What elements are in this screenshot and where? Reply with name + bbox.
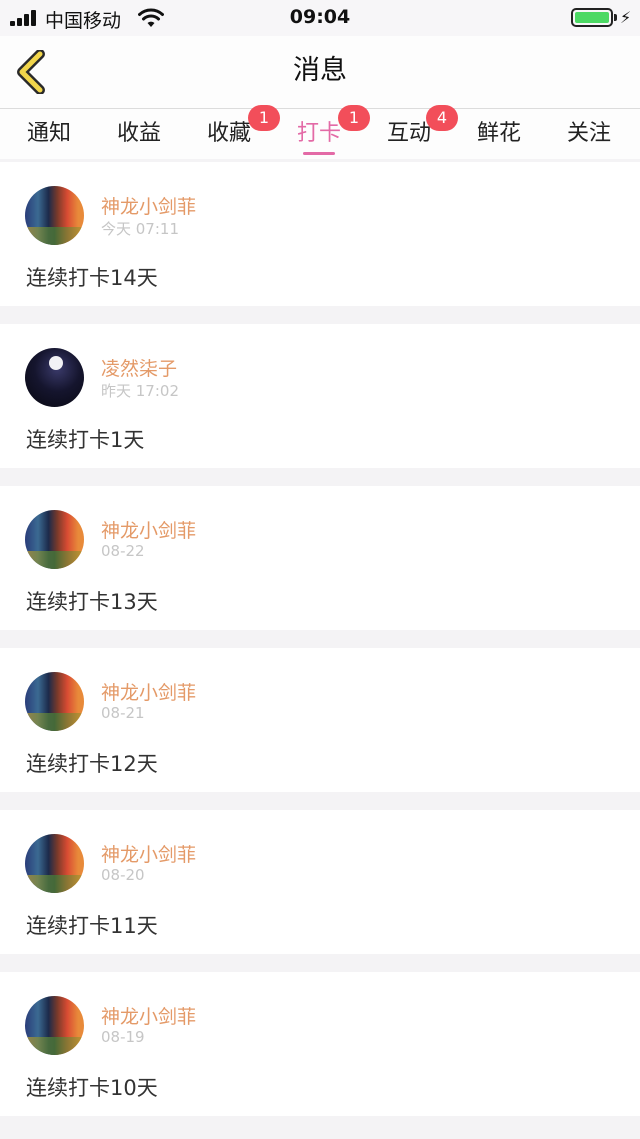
user-name[interactable]: 神龙小剑菲 [101,516,196,543]
avatar[interactable] [25,510,84,569]
chevron-left-icon [17,49,45,95]
timestamp: 昨天 17:02 [101,382,179,400]
timestamp: 08-22 [101,542,145,560]
page-title: 消息 [293,55,347,86]
tab-label: 收藏 [206,121,251,146]
timestamp: 08-19 [101,1028,145,1046]
tab-label: 关注 [566,121,611,146]
timestamp: 08-20 [101,866,145,884]
message-text: 连续打卡14天 [26,266,158,290]
avatar[interactable] [25,348,84,407]
message-text: 连续打卡12天 [26,752,158,776]
tab-bar: 通知 收益 收藏 1 打卡 1 互动 4 鲜花 关注 [0,105,640,159]
avatar[interactable] [25,834,84,893]
status-bar: 中国移动 09:04 ⚡ [0,0,640,36]
list-item[interactable]: 神龙小剑菲 08-21 连续打卡12天 [0,648,640,792]
back-button[interactable] [14,49,50,95]
message-text: 连续打卡13天 [26,590,158,614]
timestamp: 08-21 [101,704,145,722]
user-name[interactable]: 神龙小剑菲 [101,678,196,705]
tab-label: 通知 [26,121,71,146]
nav-bar: 消息 [0,36,640,109]
tab-earnings[interactable]: 收益 [94,115,184,157]
tab-checkin[interactable]: 打卡 1 [274,105,370,157]
user-name[interactable]: 凌然柒子 [101,354,177,381]
tab-label: 鲜花 [476,121,521,146]
list-item[interactable]: 神龙小剑菲 08-22 连续打卡13天 [0,486,640,630]
active-tab-indicator [303,152,335,155]
tab-following[interactable]: 关注 [544,115,634,157]
charging-icon: ⚡ [620,8,632,27]
list-item[interactable]: 神龙小剑菲 08-19 连续打卡10天 [0,972,640,1116]
timestamp: 今天 07:11 [101,220,179,238]
list-item[interactable]: 神龙小剑菲 08-20 连续打卡11天 [0,810,640,954]
tab-interactions[interactable]: 互动 4 [364,105,458,157]
user-name[interactable]: 神龙小剑菲 [101,840,196,867]
message-text: 连续打卡10天 [26,1076,158,1100]
tab-label: 收益 [116,121,161,146]
avatar[interactable] [25,186,84,245]
avatar[interactable] [25,996,84,1055]
message-text: 连续打卡11天 [26,914,158,938]
tab-flowers[interactable]: 鲜花 [454,115,544,157]
tab-favorites[interactable]: 收藏 1 [184,105,280,157]
tab-label: 互动 [386,121,431,146]
tab-label: 打卡 [296,121,341,146]
message-text: 连续打卡1天 [26,428,145,452]
battery-icon [571,8,613,27]
clock: 09:04 [289,6,351,28]
user-name[interactable]: 神龙小剑菲 [101,1002,196,1029]
battery-cap [614,14,617,21]
user-name[interactable]: 神龙小剑菲 [101,192,196,219]
tab-notify[interactable]: 通知 [4,115,94,157]
avatar[interactable] [25,672,84,731]
list-item[interactable]: 凌然柒子 昨天 17:02 连续打卡1天 [0,324,640,468]
list-item[interactable]: 神龙小剑菲 今天 07:11 连续打卡14天 [0,162,640,306]
